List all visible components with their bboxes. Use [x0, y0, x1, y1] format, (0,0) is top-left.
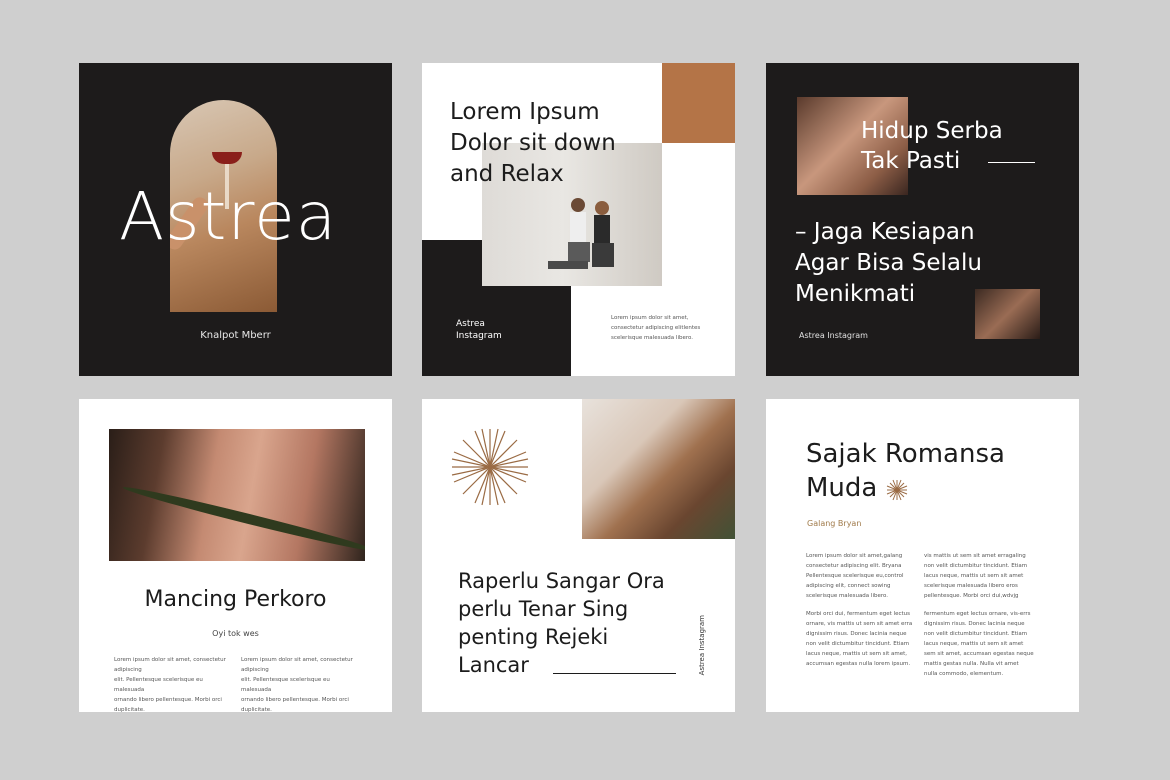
body-line: scelerisque malesuada libero eros: [924, 583, 1018, 589]
body-line: mattis gestas nulla. Nulla vit amet: [924, 661, 1019, 667]
body-line: dignissim risus. Donec lacinia neque: [806, 631, 907, 637]
title-line: Sajak Romansa: [806, 439, 1005, 469]
body-line: scelerisque malesuada libero.: [806, 593, 889, 599]
body-line: dignissim risus. Donec lacinia neque: [924, 621, 1025, 627]
body-line: Lorem ipsum dolor sit amet,galang: [806, 553, 903, 559]
title-line: Lancar: [458, 653, 529, 677]
title-line: and Relax: [450, 161, 564, 187]
body-column-left: Lorem ipsum dolor sit amet, consectetur …: [114, 655, 234, 712]
post-card-sajak[interactable]: Sajak Romansa Muda Galang Bryan Lorem ip…: [766, 399, 1079, 712]
body-line: vis mattis ut sem sit amet erragaling: [924, 553, 1026, 559]
body-column-right: vis mattis ut sem sit amet erragaling no…: [924, 551, 1036, 679]
vertical-brand-label: Astrea Instagram: [698, 615, 706, 676]
body-line: fermentum eget lectus ornare, vis-errs: [924, 611, 1031, 617]
body-line: Morbi orci dui, fermentum eget lectus: [806, 611, 911, 617]
heading-line: Hidup Serba: [861, 118, 1003, 144]
post-title: Mancing Perkoro: [144, 587, 327, 612]
body-line: ornando libero pellentesque. Morbi orci …: [114, 697, 222, 712]
body-line: sem sit amet, accumsan egestas neque: [924, 651, 1034, 657]
body-line: Lorem ipsum dolor sit amet,: [611, 315, 689, 321]
post-title: Lorem Ipsum Dolor sit down and Relax: [450, 97, 616, 190]
body-line: accumsan egestas nulla lorem ipsum.: [806, 661, 911, 667]
paragraph: fermentum eget lectus ornare, vis-errs d…: [924, 609, 1036, 679]
divider: [553, 673, 676, 674]
paragraph: Morbi orci dui, fermentum eget lectus or…: [806, 609, 918, 669]
heading: Hidup Serba Tak Pasti: [861, 116, 1003, 176]
brand-label: Astrea Instagram: [799, 331, 868, 340]
cocktail-glass: [212, 152, 242, 164]
post-card-raperlu[interactable]: Raperlu Sangar Ora perlu Tenar Sing pent…: [422, 399, 735, 712]
body-line: elit. Pellentesque scelerisque eu malesu…: [241, 677, 330, 693]
brand-subtitle: Knalpot Mberr: [200, 330, 271, 341]
brand-line: Astrea: [456, 319, 485, 329]
body-line: pellentesque. Morbi orci dui,wdvjg: [924, 593, 1019, 599]
quote-line: Agar Bisa Selalu: [795, 250, 982, 276]
body-line: nulla commodo, elementum.: [924, 671, 1004, 677]
body-line: lacus neque, mattis ut sem sit amet,: [806, 651, 907, 657]
leaf-shape: [121, 482, 365, 556]
post-card-astrea[interactable]: Astrea Knalpot Mberr: [79, 63, 392, 376]
heading-line: Tak Pasti: [861, 148, 961, 174]
author-name: Galang Bryan: [807, 519, 862, 528]
brand-label: Astrea Instagram: [456, 318, 502, 342]
body-line: non velit dictumbitur tincidunt. Etiam: [924, 631, 1028, 637]
title-line: penting Rejeki: [458, 625, 609, 649]
body-line: scelerisque malesuada libero.: [611, 335, 694, 341]
post-title: Raperlu Sangar Ora perlu Tenar Sing pent…: [458, 567, 665, 679]
body-line: Lorem ipsum dolor sit amet, consectetur …: [114, 657, 226, 673]
body-line: non velit dictumbitur tincidunt. Etiam: [924, 563, 1028, 569]
body-line: lacus neque, mattis ut sem sit amet: [924, 641, 1024, 647]
post-card-lorem[interactable]: Lorem Ipsum Dolor sit down and Relax Ast…: [422, 63, 735, 376]
brand-line: Instagram: [456, 331, 502, 341]
quote-line: Menikmati: [795, 281, 916, 307]
body-line: non velit dictumbitur tincidunt. Etiam: [806, 641, 910, 647]
body-line: ornare, vis mattis ut sem sit amet erra: [806, 621, 913, 627]
body-line: consectetur adipiscing elitlentes: [611, 325, 701, 331]
accent-block: [662, 63, 735, 143]
body-line: adipiscing elit, connect sowing: [806, 583, 891, 589]
body-line: elit. Pellentesque scelerisque eu malesu…: [114, 677, 203, 693]
body-column-left: Lorem ipsum dolor sit amet,galang consec…: [806, 551, 918, 669]
title-line: perlu Tenar Sing: [458, 597, 629, 621]
body-line: ornando libero pellentesque. Morbi orci …: [241, 697, 349, 712]
body-line: lacus neque, mattis ut sem sit amet: [924, 573, 1024, 579]
paragraph: vis mattis ut sem sit amet erragaling no…: [924, 551, 1036, 601]
title-line: Lorem Ipsum: [450, 99, 600, 125]
woman-photo: [582, 399, 735, 539]
body-line: consectetur adipiscing elit. Bryana: [806, 563, 902, 569]
quote: – Jaga Kesiapan Agar Bisa Selalu Menikma…: [795, 217, 1055, 310]
body-line: Lorem ipsum dolor sit amet, consectetur …: [241, 657, 353, 673]
sunburst-small-icon: [886, 479, 908, 501]
title-line: Raperlu Sangar Ora: [458, 569, 665, 593]
quote-line: – Jaga Kesiapan: [795, 219, 975, 245]
face-photo: [109, 429, 365, 561]
sunburst-icon: [451, 428, 529, 506]
title-line: Dolor sit down: [450, 130, 616, 156]
brand-title: Astrea: [119, 178, 338, 255]
body-line: Pellentesque scelerisque eu,control: [806, 573, 904, 579]
body-text: Lorem ipsum dolor sit amet, consectetur …: [611, 313, 711, 343]
post-card-hidup[interactable]: Hidup Serba Tak Pasti – Jaga Kesiapan Ag…: [766, 63, 1079, 376]
body-column-right: Lorem ipsum dolor sit amet, consectetur …: [241, 655, 361, 712]
post-card-mancing[interactable]: Mancing Perkoro Oyi tok wes Lorem ipsum …: [79, 399, 392, 712]
post-subtitle: Oyi tok wes: [212, 629, 259, 638]
divider: [988, 162, 1035, 163]
paragraph: Lorem ipsum dolor sit amet,galang consec…: [806, 551, 918, 601]
